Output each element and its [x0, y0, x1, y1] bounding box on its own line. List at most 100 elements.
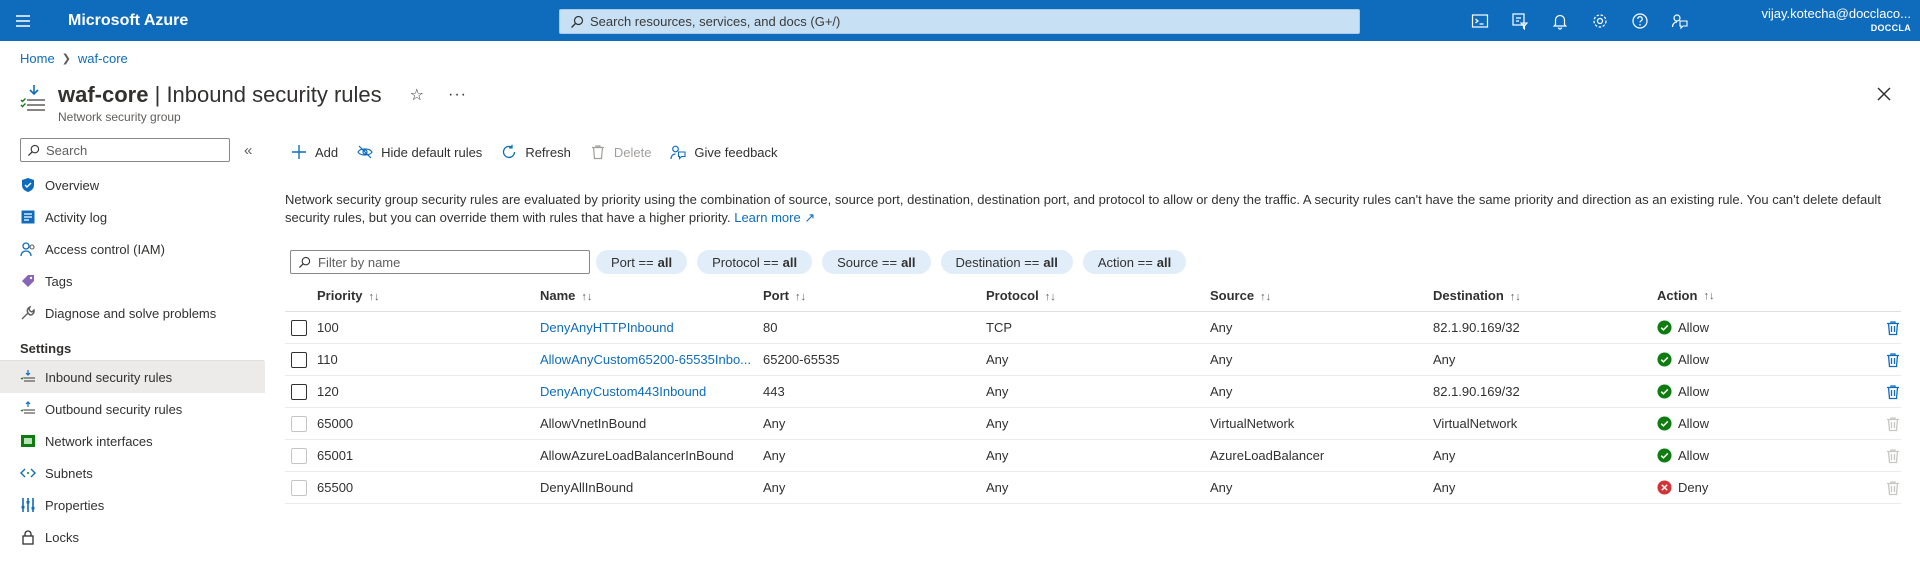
table-row[interactable]: 65001 AllowAzureLoadBalancerInBound Any … — [285, 440, 1901, 472]
sidebar-item-outbound-security-rules[interactable]: Outbound security rules — [0, 393, 265, 425]
help-icon[interactable] — [1620, 0, 1660, 41]
filter-placeholder: Filter by name — [318, 254, 401, 270]
rule-name: AllowAzureLoadBalancerInBound — [540, 448, 734, 463]
breadcrumb-resource-link[interactable]: waf-core — [78, 51, 128, 66]
column-header-action[interactable]: Action ↑↓ — [1657, 288, 1857, 303]
row-checkbox-cell — [285, 319, 317, 336]
settings-icon[interactable] — [1580, 0, 1620, 41]
row-checkbox[interactable] — [291, 319, 307, 336]
trash-icon — [1887, 448, 1899, 463]
column-label: Action — [1657, 288, 1698, 303]
column-header-destination[interactable]: Destination ↑↓ — [1433, 288, 1657, 303]
trash-icon — [591, 145, 604, 160]
destination-cell: VirtualNetwork — [1433, 416, 1657, 431]
feedback-icon[interactable] — [1660, 0, 1700, 41]
global-search-input[interactable]: Search resources, services, and docs (G+… — [559, 9, 1360, 34]
filter-pill-destination[interactable]: Destination == all — [940, 250, 1073, 274]
sidebar-item-activity-log[interactable]: Activity log — [0, 201, 265, 233]
row-checkbox[interactable] — [291, 383, 307, 400]
search-icon — [571, 15, 584, 28]
sidebar-item-properties[interactable]: Properties — [0, 489, 265, 521]
row-checkbox — [291, 447, 307, 464]
eye-hide-icon — [357, 145, 373, 159]
priority-value: 100 — [317, 320, 339, 335]
row-delete-button[interactable] — [1857, 352, 1901, 368]
trash-icon — [1887, 480, 1899, 495]
description-body: Network security group security rules ar… — [285, 192, 1881, 225]
account-menu[interactable]: vijay.kotecha@docclaco... DOCCLA — [1761, 6, 1911, 33]
hide-default-rules-button[interactable]: Hide default rules — [357, 144, 482, 160]
column-header-port[interactable]: Port ↑↓ — [763, 288, 986, 303]
menu-search-placeholder: Search — [46, 142, 88, 158]
sidebar-item-inbound-security-rules[interactable]: Inbound security rules — [0, 361, 265, 393]
sidebar-item-iam[interactable]: Access control (IAM) — [0, 233, 265, 265]
favorite-star-icon[interactable]: ☆ — [410, 85, 424, 105]
name-cell: DenyAnyHTTPInbound — [540, 320, 763, 335]
destination-cell: Any — [1433, 448, 1657, 463]
breadcrumb-home-link[interactable]: Home — [20, 51, 55, 66]
refresh-button[interactable]: Refresh — [501, 144, 571, 160]
priority-cell: 100 — [317, 320, 540, 335]
pill-label: Port == — [611, 254, 654, 270]
action-value: Allow — [1678, 448, 1710, 463]
lock-icon — [20, 529, 36, 545]
destination-value: VirtualNetwork — [1433, 416, 1518, 431]
rule-name-link[interactable]: DenyAnyCustom443Inbound — [540, 384, 755, 399]
menu-search-input[interactable]: Search — [20, 138, 230, 162]
nic-icon — [20, 433, 36, 449]
filter-by-name-input[interactable]: Filter by name — [290, 250, 590, 274]
table-row[interactable]: 65000 AllowVnetInBound Any Any VirtualNe… — [285, 408, 1901, 440]
hide-default-label: Hide default rules — [381, 144, 483, 160]
directory-filter-icon[interactable] — [1500, 0, 1540, 41]
sidebar-section-settings: Settings — [0, 329, 264, 361]
column-header-name[interactable]: Name ↑↓ — [540, 288, 763, 303]
trash-icon — [1887, 320, 1899, 335]
filter-pill-action[interactable]: Action == all — [1082, 250, 1187, 274]
source-cell: Any — [1210, 320, 1433, 335]
filter-pill-port[interactable]: Port == all — [596, 250, 688, 274]
more-options-icon[interactable]: ··· — [448, 86, 467, 104]
rule-name-link[interactable]: AllowAnyCustom65200-65535Inbo... — [540, 352, 755, 367]
sort-icon: ↑↓ — [1509, 291, 1521, 303]
table-row[interactable]: 110 AllowAnyCustom65200-65535Inbo... 652… — [285, 344, 1901, 376]
row-checkbox[interactable] — [291, 351, 307, 368]
learn-more-link[interactable]: Learn more ↗ — [734, 210, 815, 225]
table-row[interactable]: 120 DenyAnyCustom443Inbound 443 Any Any … — [285, 376, 1901, 408]
table-row[interactable]: 65500 DenyAllInBound Any Any Any Any Den… — [285, 472, 1901, 504]
brand-title[interactable]: Microsoft Azure — [68, 12, 554, 30]
portal-menu-icon[interactable] — [0, 0, 46, 41]
column-header-source[interactable]: Source ↑↓ — [1210, 288, 1433, 303]
sort-icon: ↑↓ — [1260, 291, 1272, 303]
column-header-priority[interactable]: Priority ↑↓ — [317, 288, 540, 303]
notifications-icon[interactable] — [1540, 0, 1580, 41]
row-delete-button[interactable] — [1857, 384, 1901, 400]
sidebar-item-diagnose[interactable]: Diagnose and solve problems — [0, 297, 265, 329]
cloud-shell-icon[interactable] — [1460, 0, 1500, 41]
filter-pill-protocol[interactable]: Protocol == all — [697, 250, 813, 274]
add-label: Add — [315, 144, 339, 160]
filter-pill-source[interactable]: Source == all — [822, 250, 931, 274]
pill-value: all — [657, 254, 673, 270]
table-row[interactable]: 100 DenyAnyHTTPInbound 80 TCP Any 82.1.9… — [285, 312, 1901, 344]
search-icon — [27, 144, 40, 156]
column-header-protocol[interactable]: Protocol ↑↓ — [986, 288, 1210, 303]
global-search-placeholder: Search resources, services, and docs (G+… — [590, 14, 841, 29]
description-text: Network security group security rules ar… — [285, 191, 1895, 227]
rule-name-link[interactable]: DenyAnyHTTPInbound — [540, 320, 755, 335]
port-cell: Any — [763, 480, 986, 495]
collapse-menu-icon[interactable]: « — [244, 142, 252, 159]
name-cell: AllowAzureLoadBalancerInBound — [540, 448, 763, 463]
give-feedback-button[interactable]: Give feedback — [670, 144, 778, 160]
sidebar-item-overview[interactable]: Overview — [0, 169, 265, 201]
column-label: Source — [1210, 288, 1255, 303]
row-delete-button[interactable] — [1857, 320, 1901, 336]
column-label: Destination — [1433, 288, 1504, 303]
close-icon[interactable] — [1874, 84, 1894, 104]
sidebar-item-network-interfaces[interactable]: Network interfaces — [0, 425, 265, 457]
sidebar-item-tags[interactable]: Tags — [0, 265, 265, 297]
sidebar-item-locks[interactable]: Locks — [0, 521, 265, 553]
column-label: Priority — [317, 288, 363, 303]
sidebar-item-subnets[interactable]: Subnets — [0, 457, 265, 489]
delete-button[interactable]: Delete — [590, 144, 651, 160]
add-button[interactable]: Add — [291, 144, 338, 160]
